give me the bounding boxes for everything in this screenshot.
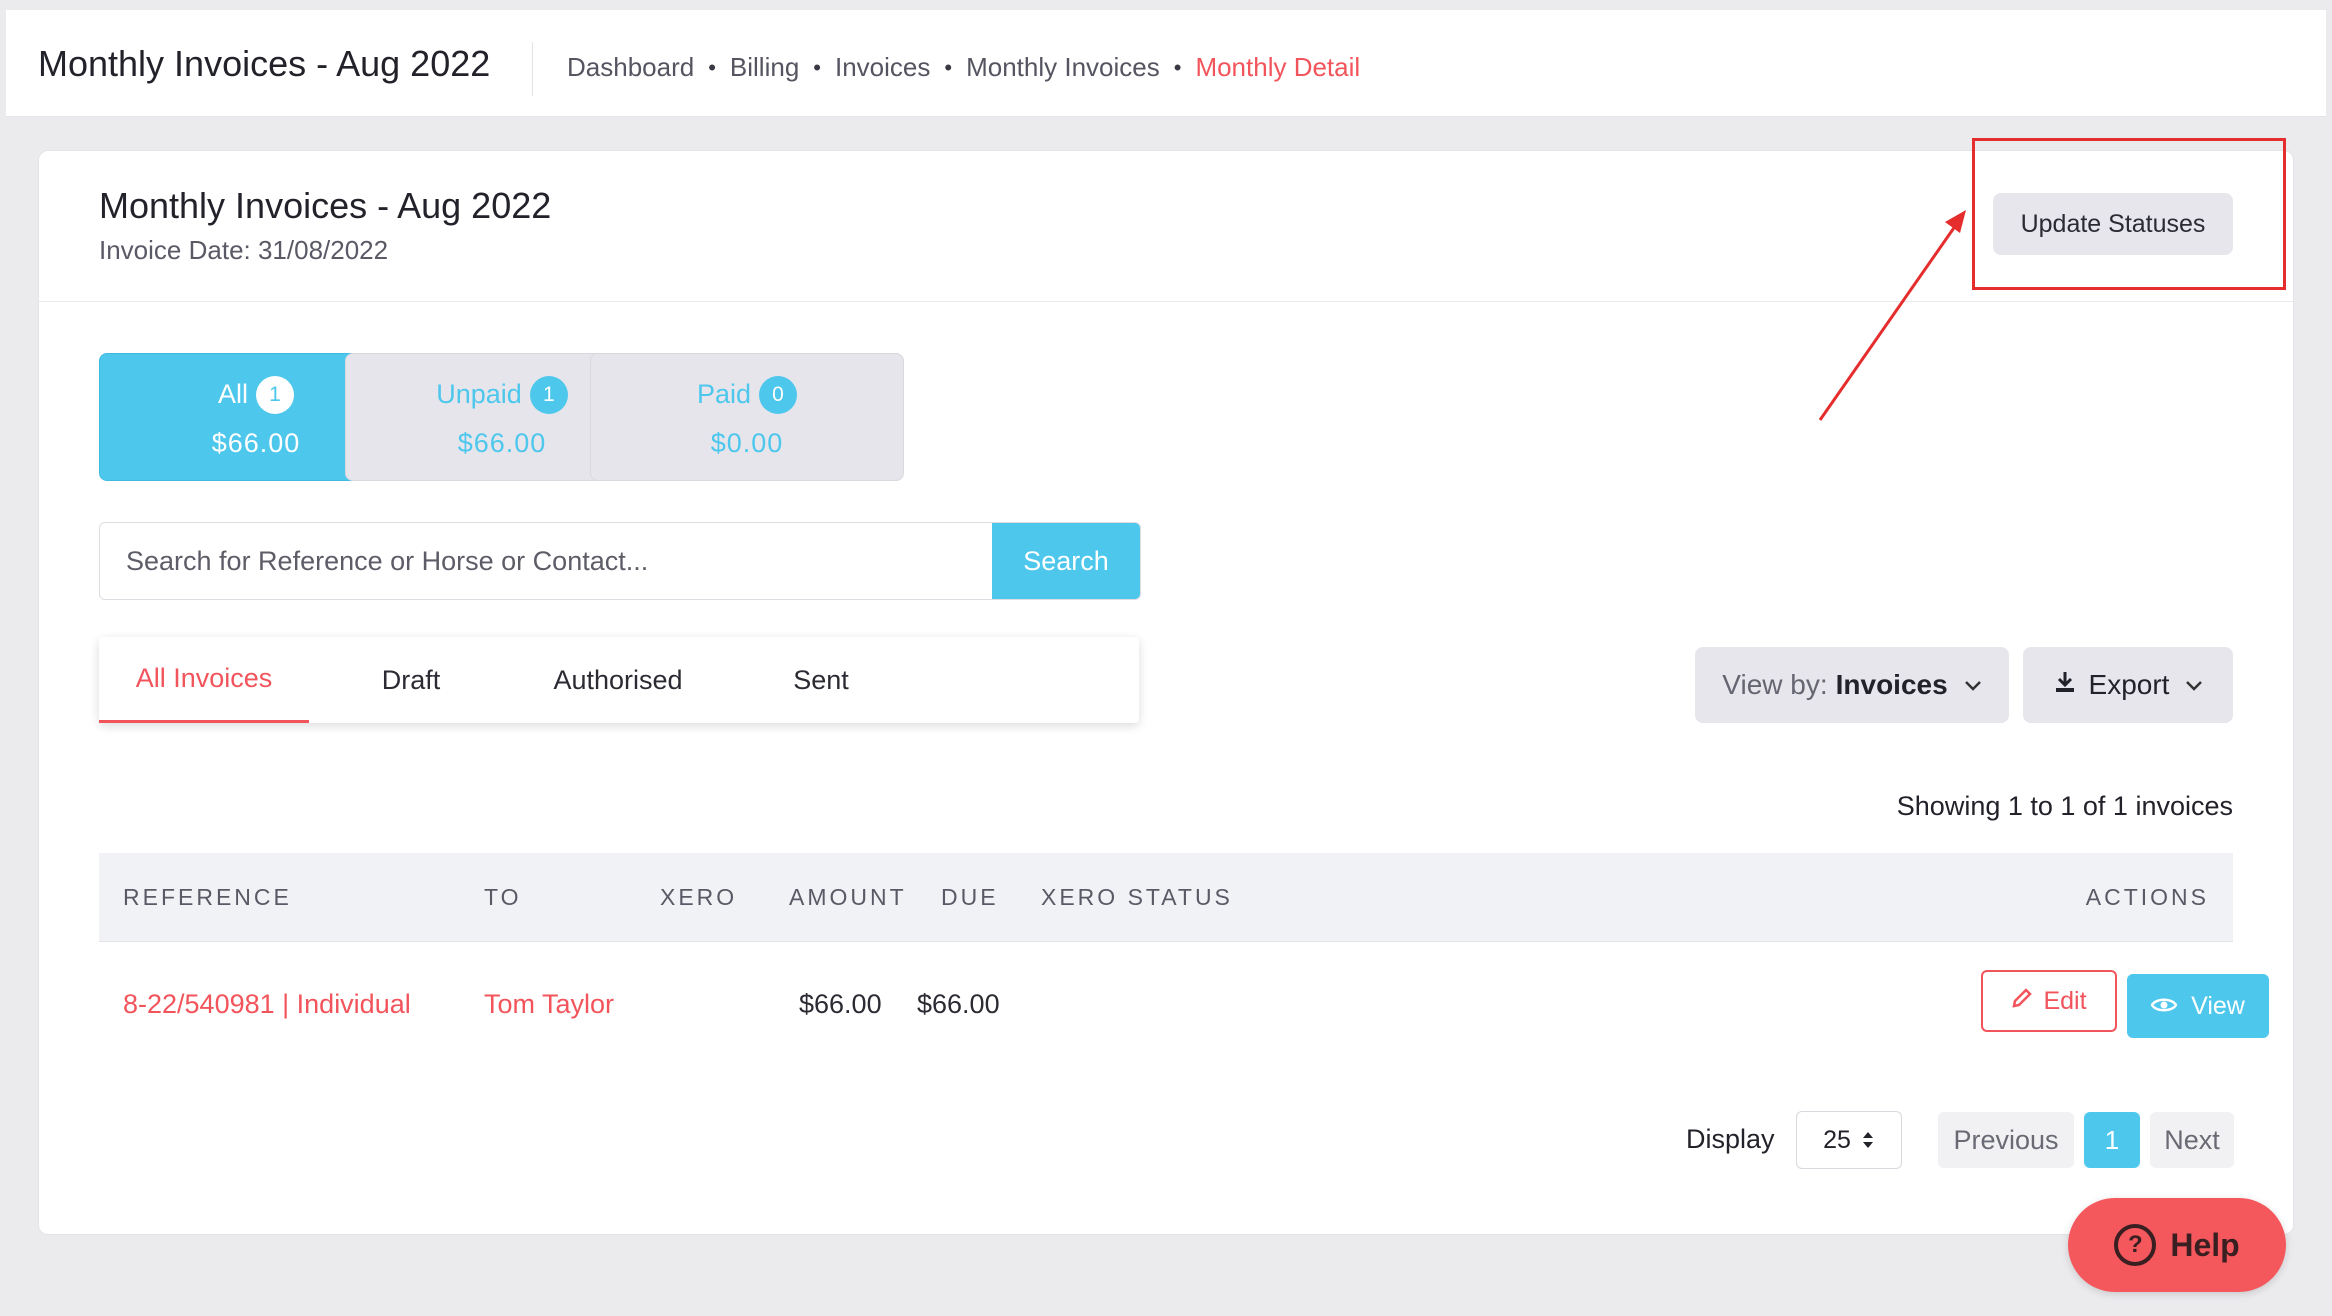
stat-paid[interactable]: Paid 0 $0.00: [590, 353, 904, 481]
stat-paid-label: Paid: [696, 379, 752, 409]
col-to[interactable]: TO: [484, 884, 522, 911]
page-title: Monthly Invoices - Aug 2022: [38, 43, 491, 84]
invoice-card: Monthly Invoices - Aug 2022 Invoice Date…: [38, 150, 2294, 1235]
breadcrumb-monthly-invoices[interactable]: Monthly Invoices: [966, 52, 1160, 83]
stat-paid-amount: $0.00: [710, 427, 784, 458]
stat-unpaid-label: Unpaid: [436, 379, 522, 409]
breadcrumb-separator: •: [944, 54, 953, 80]
header-divider: [532, 42, 533, 96]
download-icon: [2053, 670, 2077, 701]
tab-draft[interactable]: Draft: [309, 637, 513, 723]
eye-icon: [2150, 992, 2178, 1021]
contact-link[interactable]: Tom Taylor: [484, 989, 614, 1020]
status-tabs: All Invoices Draft Authorised Sent: [99, 637, 1139, 723]
col-xero[interactable]: XERO: [660, 884, 737, 911]
col-actions: ACTIONS: [2085, 884, 2209, 910]
next-page-button[interactable]: Next: [2150, 1112, 2234, 1168]
col-reference[interactable]: REFERENCE: [123, 884, 292, 911]
breadcrumb-invoices[interactable]: Invoices: [835, 52, 930, 83]
tab-sent[interactable]: Sent: [723, 637, 919, 723]
breadcrumb-separator: •: [708, 54, 716, 80]
top-header: Monthly Invoices - Aug 2022 Dashboard • …: [6, 10, 2326, 117]
question-circle-icon: ?: [2114, 1224, 2157, 1266]
breadcrumb-monthly-detail: Monthly Detail: [1195, 52, 1361, 82]
stat-paid-count: 0: [759, 375, 798, 414]
invoice-due: $66.00: [917, 989, 1000, 1019]
table-header: REFERENCE TO XERO AMOUNT DUE XERO STATUS…: [99, 853, 2233, 942]
pencil-icon: [2011, 987, 2033, 1016]
invoice-reference-link[interactable]: 8-22/540981 | Individual: [123, 989, 411, 1020]
col-xero-status[interactable]: XERO STATUS: [1041, 884, 1233, 911]
chevron-down-icon: [2185, 672, 2203, 698]
update-statuses-button[interactable]: Update Statuses: [1993, 193, 2233, 255]
breadcrumb-separator: •: [813, 54, 821, 80]
page-1-button[interactable]: 1: [2084, 1112, 2140, 1168]
breadcrumb-dashboard[interactable]: Dashboard: [567, 52, 694, 83]
table-row: 8-22/540981 | Individual Tom Taylor $66.…: [99, 942, 2269, 1072]
help-label: Help: [2170, 1226, 2240, 1263]
export-button[interactable]: Export: [2023, 647, 2233, 723]
breadcrumb-billing[interactable]: Billing: [730, 52, 799, 83]
col-due[interactable]: DUE: [941, 884, 999, 911]
view-button[interactable]: View: [2127, 974, 2269, 1038]
stat-all-label: All: [217, 379, 248, 409]
card-title: Monthly Invoices - Aug 2022: [99, 185, 552, 226]
page-size-value: 25: [1823, 1125, 1851, 1154]
stat-all-amount: $66.00: [211, 427, 301, 458]
edit-button[interactable]: Edit: [1981, 970, 2117, 1032]
sort-arrows-icon: [1861, 1130, 1875, 1150]
breadcrumb-separator: •: [1173, 54, 1182, 80]
stat-unpaid-amount: $66.00: [457, 427, 547, 458]
display-label: Display: [1686, 1124, 1775, 1154]
view-by-dropdown[interactable]: View by: Invoices: [1695, 647, 2009, 723]
page-size-select[interactable]: 25: [1796, 1111, 1902, 1169]
col-amount[interactable]: AMOUNT: [789, 884, 907, 911]
view-by-value: Invoices: [1835, 669, 1948, 700]
invoice-date: Invoice Date: 31/08/2022: [99, 235, 389, 265]
tab-authorised[interactable]: Authorised: [513, 637, 723, 723]
tab-all-invoices[interactable]: All Invoices: [99, 637, 309, 723]
previous-page-button[interactable]: Previous: [1938, 1112, 2074, 1168]
invoice-amount: $66.00: [799, 989, 882, 1019]
search-button[interactable]: Search: [992, 523, 1140, 599]
export-label: Export: [2088, 669, 2170, 700]
search-bar: Search: [99, 522, 1141, 600]
chevron-down-icon: [1964, 672, 1982, 698]
breadcrumb: Dashboard • Billing • Invoices • Monthly…: [567, 52, 1360, 83]
results-count: Showing 1 to 1 of 1 invoices: [1896, 791, 2233, 821]
help-button[interactable]: ? Help: [2068, 1198, 2286, 1292]
card-header: Monthly Invoices - Aug 2022 Invoice Date…: [39, 151, 2293, 302]
view-by-label: View by:: [1722, 669, 1828, 700]
stat-unpaid-count: 1: [529, 375, 568, 414]
search-input[interactable]: [100, 523, 992, 599]
stat-all-count: 1: [256, 375, 294, 414]
view-label: View: [2191, 991, 2245, 1020]
edit-label: Edit: [2043, 986, 2087, 1015]
